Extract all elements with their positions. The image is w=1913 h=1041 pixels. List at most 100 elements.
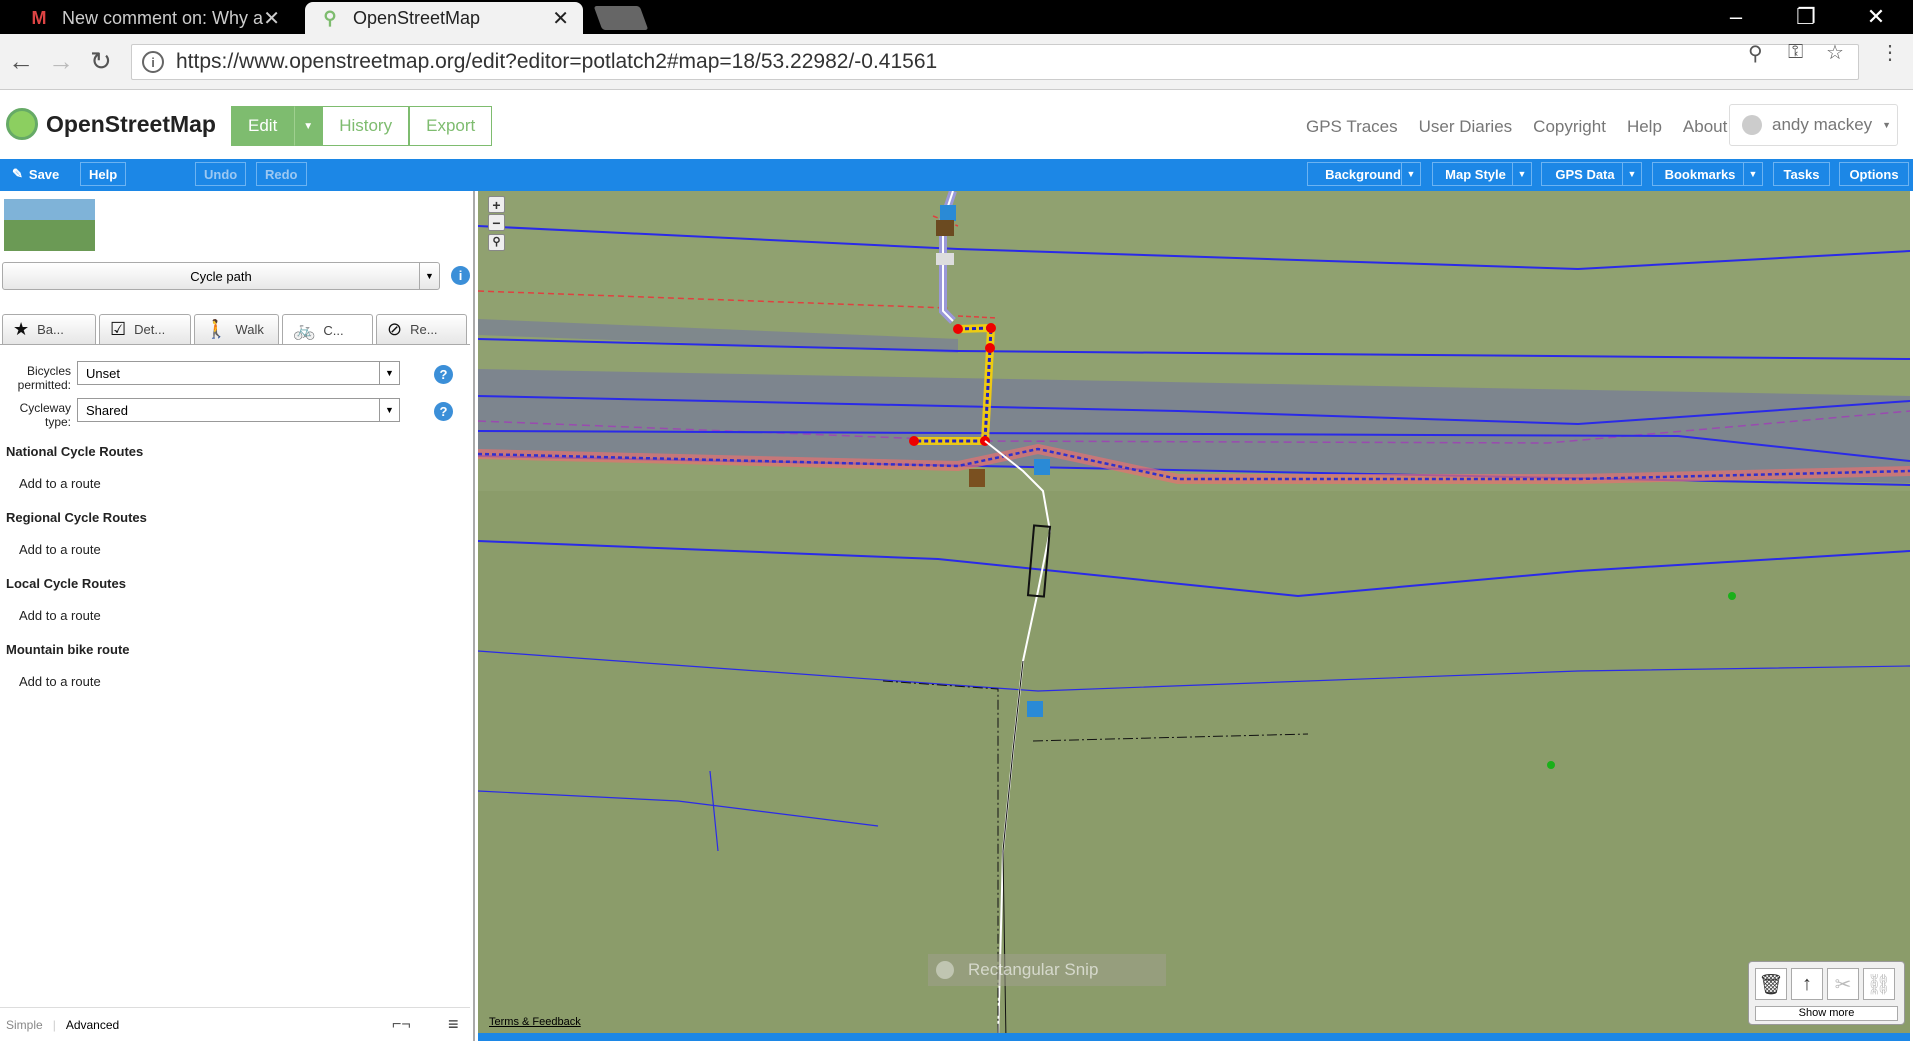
site-logo[interactable]: OpenStreetMap — [6, 108, 216, 140]
nav-gps-traces[interactable]: GPS Traces — [1306, 117, 1398, 137]
tab-label: Re... — [410, 322, 438, 337]
info-icon[interactable]: i — [451, 266, 470, 285]
category-tabs: ★ Ba... ☑ Det... 🚶 Walk 🚲 C... ⊘ Re... — [2, 314, 470, 345]
add-national-route-link[interactable]: Add to a route — [19, 476, 101, 491]
close-window-icon[interactable]: ✕ — [1841, 0, 1911, 34]
mtb-routes-heading: Mountain bike route — [6, 642, 130, 657]
export-button[interactable]: Export — [409, 106, 493, 146]
trash-icon[interactable]: 🗑 — [1755, 968, 1787, 1000]
local-routes-heading: Local Cycle Routes — [6, 576, 126, 591]
add-regional-route-link[interactable]: Add to a route — [19, 542, 101, 557]
close-tab-icon[interactable]: ✕ — [263, 6, 280, 31]
terms-feedback-link[interactable]: Terms & Feedback — [489, 1016, 581, 1028]
reload-icon[interactable]: ↻ — [90, 46, 112, 77]
options-button[interactable]: Options — [1839, 162, 1909, 186]
edit-button[interactable]: Edit — [231, 106, 295, 146]
bicycles-permitted-select[interactable]: Unset ▼ — [77, 361, 400, 385]
info-marker — [969, 469, 985, 487]
zoom-out-icon[interactable]: − — [488, 214, 505, 231]
checkbox-icon: ☑ — [110, 319, 127, 339]
nav-copyright[interactable]: Copyright — [1533, 117, 1606, 137]
browser-tab-osm[interactable]: ⚲ OpenStreetMap ✕ — [305, 2, 583, 34]
advanced-mode-link[interactable]: Advanced — [66, 1018, 119, 1032]
gps-data-dropdown-icon[interactable]: ▼ — [1622, 162, 1642, 186]
tab-walk[interactable]: 🚶 Walk — [194, 314, 279, 344]
panel-mode-bar: Simple | Advanced ⌐¬ ≡ — [0, 1007, 470, 1041]
tab-cycle[interactable]: 🚲 C... — [282, 314, 373, 345]
forward-icon[interactable]: → — [48, 46, 74, 77]
add-mtb-route-link[interactable]: Add to a route — [19, 674, 101, 689]
search-icon[interactable]: ⚲ — [488, 234, 505, 251]
close-tab-icon[interactable]: ✕ — [552, 6, 569, 31]
national-routes-heading: National Cycle Routes — [6, 444, 144, 459]
tab-restrictions[interactable]: ⊘ Re... — [376, 314, 467, 344]
cycleway-type-label: Cycleway type: — [19, 401, 71, 429]
tab-basic[interactable]: ★ Ba... — [2, 314, 96, 344]
map-style-dropdown-icon[interactable]: ▼ — [1512, 162, 1532, 186]
nav-user-diaries[interactable]: User Diaries — [1419, 117, 1513, 137]
osm-icon: ⚲ — [323, 7, 337, 28]
background-dropdown-icon[interactable]: ▼ — [1401, 162, 1421, 186]
cycleway-type-select[interactable]: Shared ▼ — [77, 398, 400, 422]
help-icon[interactable]: ? — [434, 365, 453, 384]
header-nav: GPS Traces User Diaries Copyright Help A… — [1306, 117, 1748, 137]
prohibited-icon: ⊘ — [387, 319, 403, 339]
save-button[interactable]: ✎ Save — [4, 162, 68, 186]
split-icon[interactable]: ✂ — [1827, 968, 1859, 1000]
osm-logo-icon — [6, 108, 38, 140]
reverse-arrow-icon[interactable]: ↑ — [1791, 968, 1823, 1000]
way-icon[interactable]: ⌐¬ — [392, 1016, 411, 1034]
undo-button[interactable]: Undo — [195, 162, 247, 186]
mode-divider: | — [52, 1017, 56, 1032]
minimize-icon[interactable]: ‒ — [1701, 0, 1771, 34]
url-text: https://www.openstreetmap.org/edit?edito… — [176, 50, 938, 73]
tab-divider — [0, 344, 470, 345]
feature-type-select[interactable]: Cycle path ▼ — [2, 262, 440, 290]
map-drawing — [478, 191, 1910, 1041]
bookmarks-dropdown-icon[interactable]: ▼ — [1743, 162, 1763, 186]
editor-toolbar: ✎ Save Help Undo Redo Background ▼ Map St… — [0, 159, 1913, 191]
tab-details[interactable]: ☑ Det... — [99, 314, 191, 344]
map-canvas[interactable]: + − ⚲ Terms & Feedback Rectangular Snip … — [478, 191, 1910, 1041]
back-icon[interactable]: ← — [8, 46, 34, 77]
chevron-down-icon: ▼ — [419, 263, 439, 289]
new-tab-button[interactable] — [593, 6, 649, 30]
key-icon[interactable]: ⚿ — [1788, 41, 1803, 64]
chevron-down-icon: ▼ — [379, 362, 399, 384]
help-button[interactable]: Help — [80, 162, 127, 186]
show-more-button[interactable]: Show more — [1755, 1006, 1898, 1021]
gate-marker — [936, 220, 954, 236]
help-icon[interactable]: ? — [434, 402, 453, 421]
gps-data-button[interactable]: GPS Data — [1541, 162, 1629, 186]
select-value: Unset — [86, 365, 120, 381]
add-local-route-link[interactable]: Add to a route — [19, 608, 101, 623]
toolbox-palette: 🗑 ↑ ✂ ⛓ Show more — [1748, 961, 1905, 1025]
site-info-icon[interactable]: i — [142, 51, 164, 73]
restore-icon[interactable]: ❐ — [1771, 0, 1841, 34]
tasks-button[interactable]: Tasks — [1773, 162, 1830, 186]
history-button[interactable]: History — [322, 106, 410, 146]
nav-about[interactable]: About — [1683, 117, 1727, 137]
feature-thumbnail — [4, 199, 95, 251]
nav-help[interactable]: Help — [1627, 117, 1662, 137]
tab-label: Det... — [134, 322, 166, 337]
parking-marker — [1034, 459, 1050, 475]
list-icon[interactable]: ≡ — [448, 1014, 459, 1035]
brand-name: OpenStreetMap — [46, 110, 216, 137]
edit-dropdown-icon[interactable]: ▼ — [294, 106, 323, 146]
zoom-icon[interactable]: ⚲ — [1748, 41, 1763, 66]
simple-mode-link[interactable]: Simple — [6, 1018, 43, 1032]
bookmark-star-icon[interactable]: ☆ — [1826, 40, 1844, 65]
url-field[interactable]: i https://www.openstreetmap.org/edit?edi… — [131, 44, 1859, 80]
avatar — [1742, 115, 1762, 135]
zoom-in-icon[interactable]: + — [488, 196, 505, 213]
menu-icon[interactable]: ⋮ — [1880, 40, 1900, 65]
browser-tab-gmail[interactable]: M New comment on: Why a ✕ — [14, 2, 294, 34]
bicycles-permitted-label: Bicycles permitted: — [17, 364, 71, 392]
redo-button[interactable]: Redo — [256, 162, 307, 186]
user-menu-button[interactable]: andy mackey ▼ — [1729, 104, 1898, 146]
merge-icon[interactable]: ⛓ — [1863, 968, 1895, 1000]
save-label: Save — [28, 166, 60, 182]
map-style-button[interactable]: Map Style — [1432, 162, 1519, 186]
bookmarks-button[interactable]: Bookmarks — [1652, 162, 1748, 186]
